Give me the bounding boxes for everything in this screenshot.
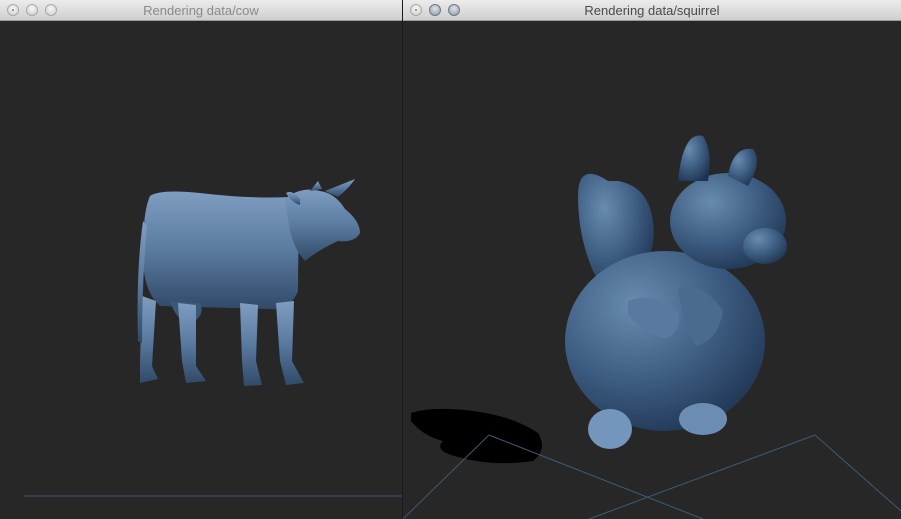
squirrel-window[interactable]: Rendering data/squirrel [402,0,901,519]
squirrel-model [565,135,787,449]
cow-window[interactable]: Rendering data/cow [0,0,402,519]
squirrel-window-title: Rendering data/squirrel [584,3,720,18]
cow-scene [24,179,402,497]
squirrel-scene [403,135,901,519]
cow-window-title: Rendering data/cow [143,3,259,18]
model-shadow [411,408,542,464]
squirrel-titlebar[interactable]: Rendering data/squirrel [403,0,901,21]
cow-render-canvas[interactable] [0,21,402,519]
cow-model [137,179,360,386]
squirrel-render-canvas[interactable] [403,21,901,519]
cow-titlebar[interactable]: Rendering data/cow [0,0,402,21]
